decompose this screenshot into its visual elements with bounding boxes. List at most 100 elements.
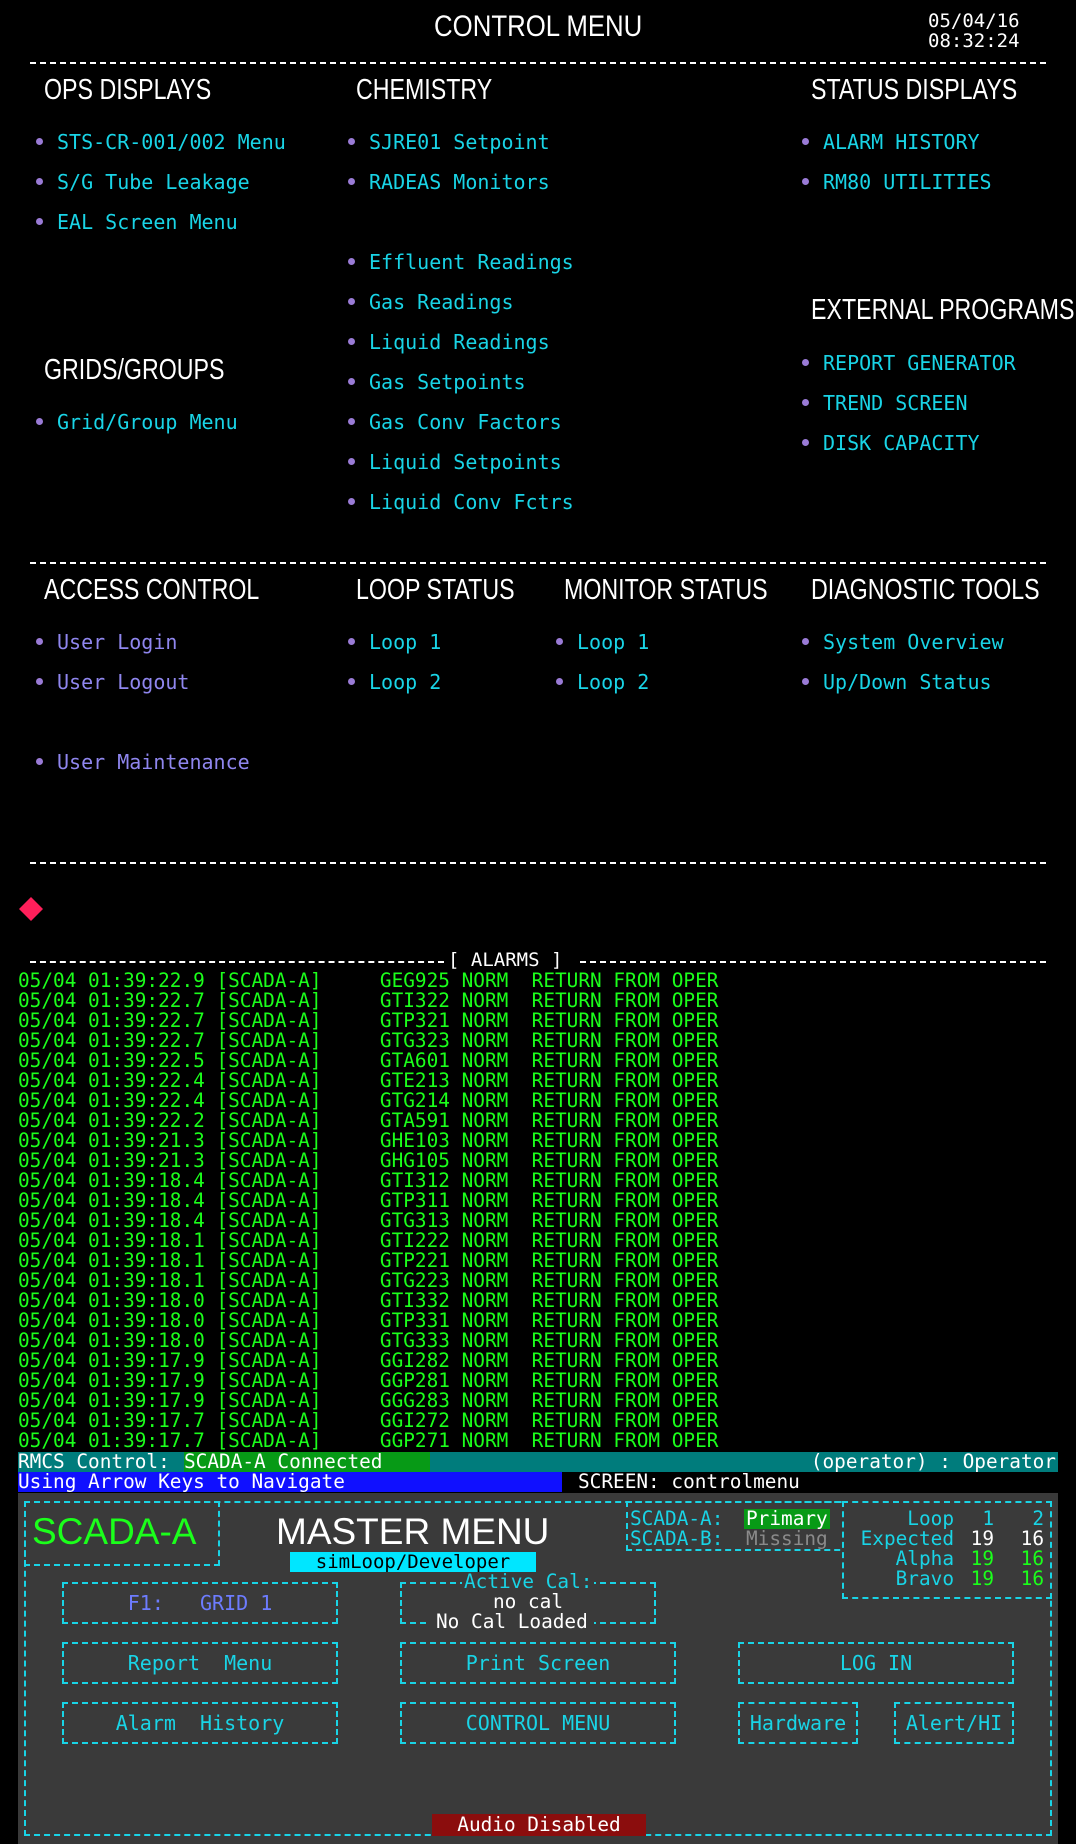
menu-item-user-maintenance[interactable]: User Maintenance (36, 750, 250, 774)
menu-item-sg-tube-leakage[interactable]: S/G Tube Leakage (36, 170, 250, 194)
bullet-icon (802, 359, 809, 366)
menu-item-label: Liquid Conv Fctrs (369, 490, 574, 514)
menu-item-label: Loop 1 (577, 630, 650, 654)
row-label-alpha: Alpha (895, 1547, 954, 1570)
menu-item-loop-status-2[interactable]: Loop 2 (348, 670, 441, 694)
alarm-row: 05/04 01:39:22.4 [SCADA-A] GTG214 NORM R… (18, 1089, 719, 1112)
bullet-icon (348, 638, 355, 645)
menu-item-trend-screen[interactable]: TREND SCREEN (802, 391, 968, 415)
alarm-history-button[interactable]: Alarm History (62, 1702, 338, 1744)
screen-name: SCREEN: controlmenu (578, 1470, 800, 1493)
menu-item-loop-status-1[interactable]: Loop 1 (348, 630, 441, 654)
menu-item-alarm-history[interactable]: ALARM HISTORY (802, 130, 980, 154)
alarm-row: 05/04 01:39:18.4 [SCADA-A] GTG313 NORM R… (18, 1209, 719, 1232)
loop-table-header: Loop (907, 1507, 954, 1530)
menu-item-rm80[interactable]: RM80 UTILITIES (802, 170, 992, 194)
alarm-row: 05/04 01:39:22.7 [SCADA-A] GTP321 NORM R… (18, 1009, 719, 1032)
alarm-row: 05/04 01:39:18.4 [SCADA-A] GTI312 NORM R… (18, 1169, 719, 1192)
menu-item-label: Liquid Readings (369, 330, 550, 354)
expected-loop2: 16 (1020, 1527, 1044, 1550)
divider (30, 562, 1046, 564)
alarm-row: 05/04 01:39:22.7 [SCADA-A] GTI322 NORM R… (18, 989, 719, 1012)
section-title-status: STATUS DISPLAYS (811, 74, 1018, 106)
menu-item-label: TREND SCREEN (823, 391, 968, 415)
menu-item-label: Loop 2 (577, 670, 650, 694)
rmcs-label: RMCS Control: (18, 1450, 170, 1473)
active-cal-value: no cal (492, 1590, 564, 1613)
header-time: 08:32:24 (928, 30, 1020, 52)
menu-item-sts-cr[interactable]: STS-CR-001/002 Menu (36, 130, 286, 154)
bullet-icon (348, 338, 355, 345)
alert-hi-button[interactable]: Alert/HI (894, 1702, 1014, 1744)
menu-item-label: DISK CAPACITY (823, 431, 980, 455)
bullet-icon (802, 439, 809, 446)
menu-item-label: Effluent Readings (369, 250, 574, 274)
menu-item-updown-status[interactable]: Up/Down Status (802, 670, 992, 694)
bullet-icon (348, 498, 355, 505)
menu-item-disk-capacity[interactable]: DISK CAPACITY (802, 431, 980, 455)
control-menu-button[interactable]: CONTROL MENU (400, 1702, 676, 1744)
alarm-row: 05/04 01:39:17.9 [SCADA-A] GGP281 NORM R… (18, 1369, 719, 1392)
alarm-row: 05/04 01:39:18.0 [SCADA-A] GTI332 NORM R… (18, 1289, 719, 1312)
menu-item-system-overview[interactable]: System Overview (802, 630, 1004, 654)
alpha-loop1: 19 (970, 1547, 994, 1570)
section-title-grids: GRIDS/GROUPS (44, 354, 225, 386)
report-menu-button[interactable]: Report Menu (62, 1642, 338, 1684)
menu-item-gas-setpoints[interactable]: Gas Setpoints (348, 370, 526, 394)
audio-status-badge: Audio Disabled (432, 1814, 646, 1836)
menu-item-monitor-status-1[interactable]: Loop 1 (556, 630, 649, 654)
menu-item-report-generator[interactable]: REPORT GENERATOR (802, 351, 1016, 375)
menu-item-label: Loop 1 (369, 630, 442, 654)
nav-hint-text: Using Arrow Keys to Navigate (18, 1470, 345, 1493)
alarm-row: 05/04 01:39:21.3 [SCADA-A] GHE103 NORM R… (18, 1129, 719, 1152)
bullet-icon (36, 418, 43, 425)
bullet-icon (348, 138, 355, 145)
alarm-row: 05/04 01:39:22.9 [SCADA-A] GEG925 NORM R… (18, 969, 719, 992)
bullet-icon (36, 758, 43, 765)
alarm-row: 05/04 01:39:22.4 [SCADA-A] GTE213 NORM R… (18, 1069, 719, 1092)
bullet-icon (348, 458, 355, 465)
bullet-icon (36, 138, 43, 145)
menu-item-label: Grid/Group Menu (57, 410, 238, 434)
menu-item-user-logout[interactable]: User Logout (36, 670, 189, 694)
f1-grid-button[interactable]: F1: GRID 1 (62, 1582, 338, 1624)
alarm-row: 05/04 01:39:17.9 [SCADA-A] GGG283 NORM R… (18, 1389, 719, 1412)
menu-item-liquid-readings[interactable]: Liquid Readings (348, 330, 550, 354)
menu-item-label: S/G Tube Leakage (57, 170, 250, 194)
divider (30, 62, 1046, 64)
menu-item-eal-screen[interactable]: EAL Screen Menu (36, 210, 238, 234)
menu-item-gas-conv[interactable]: Gas Conv Factors (348, 410, 562, 434)
scada-label: SCADA-A (32, 1511, 197, 1552)
panel-subtitle: simLoop/Developer (290, 1552, 536, 1572)
menu-item-label: System Overview (823, 630, 1004, 654)
nav-hint-bar: Using Arrow Keys to Navigate (18, 1472, 562, 1492)
menu-item-grid-group[interactable]: Grid/Group Menu (36, 410, 238, 434)
menu-item-liquid-setpoints[interactable]: Liquid Setpoints (348, 450, 562, 474)
rmcs-status-bar: RMCS Control: SCADA-A Connected (operato… (18, 1452, 1058, 1472)
bullet-icon (348, 298, 355, 305)
menu-item-sjre01[interactable]: SJRE01 Setpoint (348, 130, 550, 154)
menu-item-liquid-conv[interactable]: Liquid Conv Fctrs (348, 490, 574, 514)
menu-item-gas-readings[interactable]: Gas Readings (348, 290, 514, 314)
menu-item-label: EAL Screen Menu (57, 210, 238, 234)
bullet-icon (36, 678, 43, 685)
header-date: 05/04/16 (928, 10, 1020, 32)
scada-a-status-badge: Primary (744, 1507, 830, 1530)
hardware-button[interactable]: Hardware (738, 1702, 858, 1744)
active-cal-status: No Cal Loaded (430, 1612, 594, 1632)
alarm-row: 05/04 01:39:18.1 [SCADA-A] GTP221 NORM R… (18, 1249, 719, 1272)
scada-a-label: SCADA-A: (630, 1507, 724, 1530)
menu-item-label: Gas Readings (369, 290, 514, 314)
menu-item-monitor-status-2[interactable]: Loop 2 (556, 670, 649, 694)
rmcs-connection-badge: SCADA-A Connected (184, 1452, 430, 1472)
menu-item-label: RADEAS Monitors (369, 170, 550, 194)
print-screen-button[interactable]: Print Screen (400, 1642, 676, 1684)
menu-item-effluent[interactable]: Effluent Readings (348, 250, 574, 274)
menu-item-label: Gas Setpoints (369, 370, 526, 394)
menu-item-radeas[interactable]: RADEAS Monitors (348, 170, 550, 194)
menu-item-user-login[interactable]: User Login (36, 630, 177, 654)
menu-item-label: SJRE01 Setpoint (369, 130, 550, 154)
diamond-marker-icon (19, 897, 43, 921)
log-in-button[interactable]: LOG IN (738, 1642, 1014, 1684)
section-title-external: EXTERNAL PROGRAMS (811, 294, 1075, 326)
